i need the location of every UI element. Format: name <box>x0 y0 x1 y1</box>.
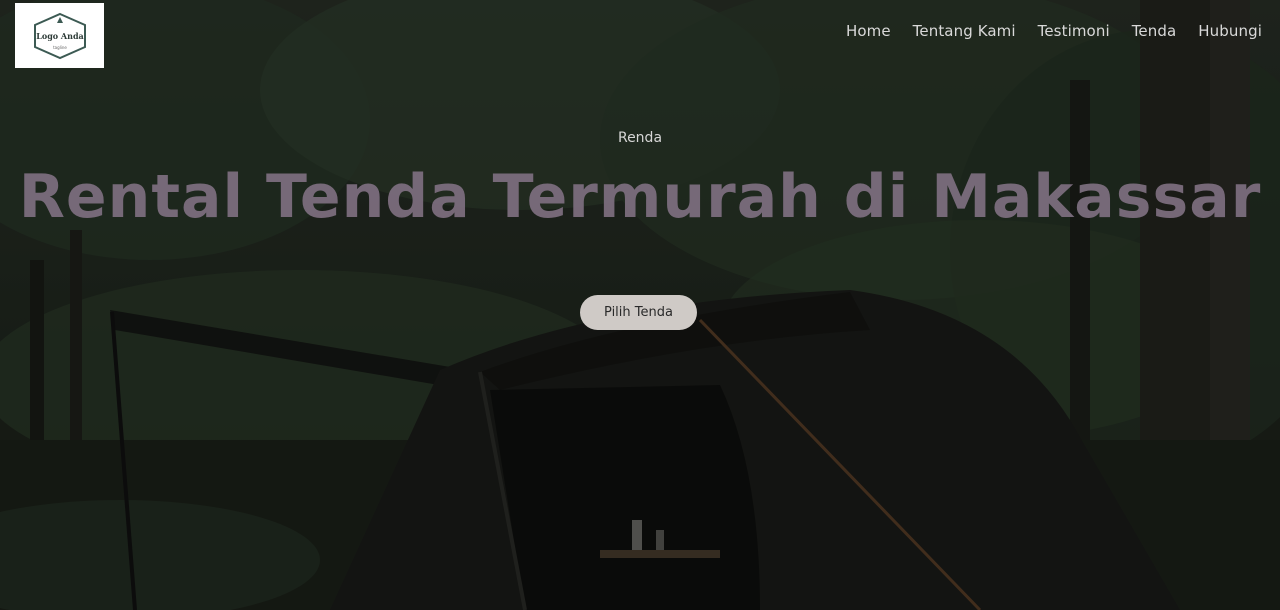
logo-tagline: tagline <box>53 45 67 50</box>
nav-item-testimoni[interactable]: Testimoni <box>1038 22 1110 40</box>
nav-item-hubungi[interactable]: Hubungi <box>1198 22 1262 40</box>
pilih-tenda-button[interactable]: Pilih Tenda <box>580 295 697 330</box>
hero-subtitle: Renda <box>617 130 663 146</box>
hero-title: Rental Tenda Termurah di Makassar <box>18 162 1262 232</box>
nav-item-tenda[interactable]: Tenda <box>1132 22 1177 40</box>
logo-text: Logo Anda <box>36 31 83 41</box>
site-header: Logo Anda tagline Home Tentang Kami Test… <box>0 0 1280 70</box>
nav-item-tentang-kami[interactable]: Tentang Kami <box>913 22 1016 40</box>
main-nav: Home Tentang Kami Testimoni Tenda Hubung… <box>824 22 1262 40</box>
logo-badge-icon: Logo Anda tagline <box>33 12 86 59</box>
logo[interactable]: Logo Anda tagline <box>15 3 104 68</box>
nav-item-home[interactable]: Home <box>846 22 891 40</box>
